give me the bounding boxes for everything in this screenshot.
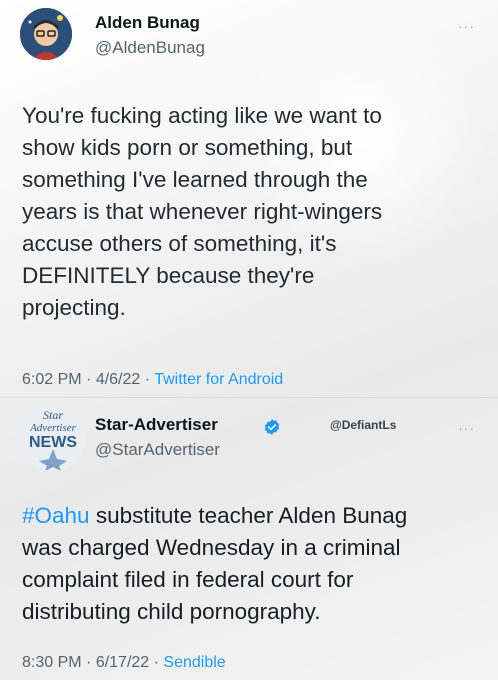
user-handle-star-advertiser[interactable]: @StarAdvertiser [95, 440, 220, 460]
avatar-star-advertiser[interactable]: Star Advertiser NEWS [20, 405, 86, 471]
tweet-time: 6:02 PM [22, 371, 82, 388]
verified-badge-icon [264, 419, 280, 435]
tweet-text: You're fucking acting like we want to sh… [22, 103, 383, 320]
star-advertiser-logo-icon: Star Advertiser NEWS [20, 405, 86, 471]
logo-line1: Star [43, 408, 63, 422]
tweet-date: 4/6/22 [95, 371, 141, 388]
tweet-date: 6/17/22 [95, 654, 150, 671]
meta-separator: · [81, 654, 96, 671]
tweet-time: 8:30 PM [22, 654, 82, 671]
tweet-source-link[interactable]: Sendible [163, 654, 225, 671]
tweet-alden[interactable]: Alden Bunag @AldenBunag ··· You're fucki… [0, 0, 498, 398]
logo-line2: Advertiser [29, 422, 77, 434]
tweet-text-star-advertiser: #Oahu substitute teacher Alden Bunag was… [22, 500, 407, 628]
meta-separator: · [149, 654, 164, 671]
user-handle[interactable]: @AldenBunag [95, 38, 205, 58]
tweet-meta: 6:02 PM · 4/6/22 · Twitter for Android [22, 371, 283, 389]
more-options-icon[interactable]: ··· [458, 420, 475, 436]
display-name[interactable]: Alden Bunag [95, 13, 200, 33]
avatar-alden[interactable] [20, 8, 72, 60]
tweet-meta-star-advertiser: 8:30 PM · 6/17/22 · Sendible [22, 654, 226, 672]
hashtag-oahu-link[interactable]: #Oahu [22, 503, 90, 528]
display-name-star-advertiser[interactable]: Star-Advertiser [95, 415, 218, 435]
meta-separator: · [140, 371, 155, 388]
more-options-icon[interactable]: ··· [458, 18, 475, 34]
watermark-text: @DefiantLs [330, 418, 397, 432]
avatar-illustration-icon [20, 8, 72, 60]
meta-separator: · [81, 371, 96, 388]
logo-line3: NEWS [29, 434, 77, 451]
tweet-source-link[interactable]: Twitter for Android [154, 371, 283, 388]
